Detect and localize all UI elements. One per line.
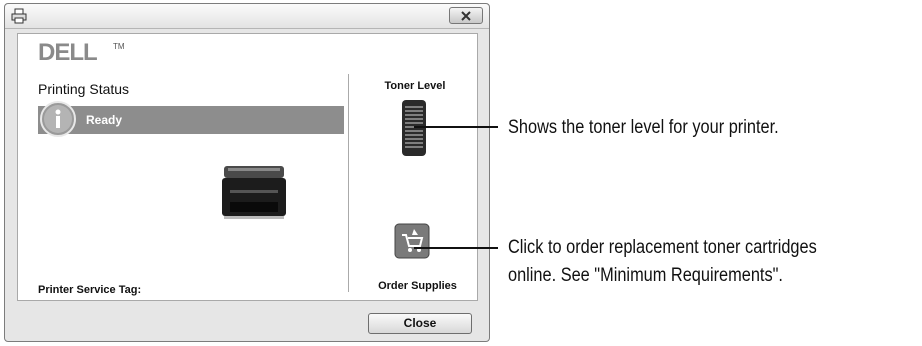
- window-close-button[interactable]: [449, 7, 483, 24]
- toner-gauge-icon: [402, 100, 426, 156]
- toner-level-label: Toner Level: [384, 80, 446, 92]
- info-icon: [40, 101, 76, 137]
- printer-status-window: DELL TM Printing Status Ready Toner Leve…: [4, 3, 490, 342]
- dell-logo: DELL: [38, 39, 98, 65]
- order-callout-line: [414, 247, 498, 249]
- logo-trademark: TM: [113, 42, 125, 51]
- printer-image: [222, 166, 286, 219]
- order-callout-text-1: Click to order replacement toner cartrid…: [508, 237, 817, 258]
- svg-text:DELL: DELL: [38, 39, 97, 65]
- printer-icon: [11, 8, 27, 24]
- order-supplies-label[interactable]: Order Supplies: [370, 280, 465, 292]
- close-button[interactable]: Close: [368, 313, 472, 334]
- status-value: Ready: [86, 113, 123, 127]
- printing-status-title: Printing Status: [38, 81, 130, 97]
- order-callout-text-2: online. See "Minimum Requirements".: [508, 265, 783, 286]
- title-bar: [5, 4, 489, 29]
- order-supplies-icon[interactable]: [394, 223, 430, 259]
- status-bar: [38, 106, 344, 134]
- panel-divider: [348, 74, 349, 292]
- toner-callout-text: Shows the toner level for your printer.: [508, 117, 779, 138]
- status-panel: DELL TM Printing Status Ready Toner Leve…: [17, 33, 478, 301]
- close-icon: [461, 10, 471, 21]
- printer-service-tag-label: Printer Service Tag:: [38, 284, 142, 296]
- toner-callout-line: [414, 126, 498, 128]
